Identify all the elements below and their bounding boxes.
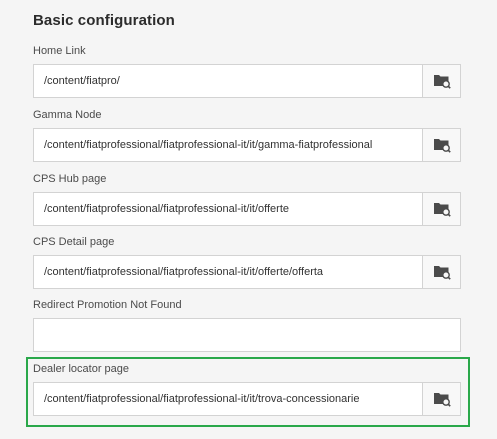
folder-search-icon (433, 264, 451, 280)
cps-hub-page-row (33, 192, 461, 226)
dealer-locator-page-label: Dealer locator page (33, 363, 130, 375)
cps-hub-page-browse-button[interactable] (423, 192, 461, 226)
cps-detail-page-label: CPS Detail page (33, 236, 115, 248)
dealer-locator-page-input[interactable] (33, 382, 423, 416)
folder-search-icon (433, 201, 451, 217)
dealer-locator-page-row (33, 382, 461, 416)
cps-detail-page-browse-button[interactable] (423, 255, 461, 289)
folder-search-icon (433, 73, 451, 89)
gamma-node-row (33, 128, 461, 162)
basic-configuration-panel: Basic configuration Home Link Gamma Node (0, 0, 497, 439)
redirect-promotion-label: Redirect Promotion Not Found (33, 299, 182, 311)
cps-detail-page-field: CPS Detail page (33, 234, 461, 289)
folder-search-icon (433, 137, 451, 153)
section-title: Basic configuration (33, 12, 175, 29)
dealer-locator-page-browse-button[interactable] (423, 382, 461, 416)
gamma-node-field: Gamma Node (33, 107, 461, 162)
home-link-input[interactable] (33, 64, 423, 98)
cps-detail-page-row (33, 255, 461, 289)
cps-hub-page-label: CPS Hub page (33, 173, 107, 185)
cps-detail-page-input[interactable] (33, 255, 423, 289)
home-link-field: Home Link (33, 43, 461, 98)
redirect-promotion-field: Redirect Promotion Not Found (33, 297, 461, 352)
folder-search-icon (433, 391, 451, 407)
gamma-node-input[interactable] (33, 128, 423, 162)
cps-hub-page-field: CPS Hub page (33, 171, 461, 226)
home-link-label: Home Link (33, 45, 86, 57)
home-link-row (33, 64, 461, 98)
dealer-locator-page-field: Dealer locator page (33, 361, 461, 416)
gamma-node-browse-button[interactable] (423, 128, 461, 162)
gamma-node-label: Gamma Node (33, 109, 102, 121)
home-link-browse-button[interactable] (423, 64, 461, 98)
redirect-promotion-row (33, 318, 461, 352)
redirect-promotion-input[interactable] (33, 318, 461, 352)
cps-hub-page-input[interactable] (33, 192, 423, 226)
